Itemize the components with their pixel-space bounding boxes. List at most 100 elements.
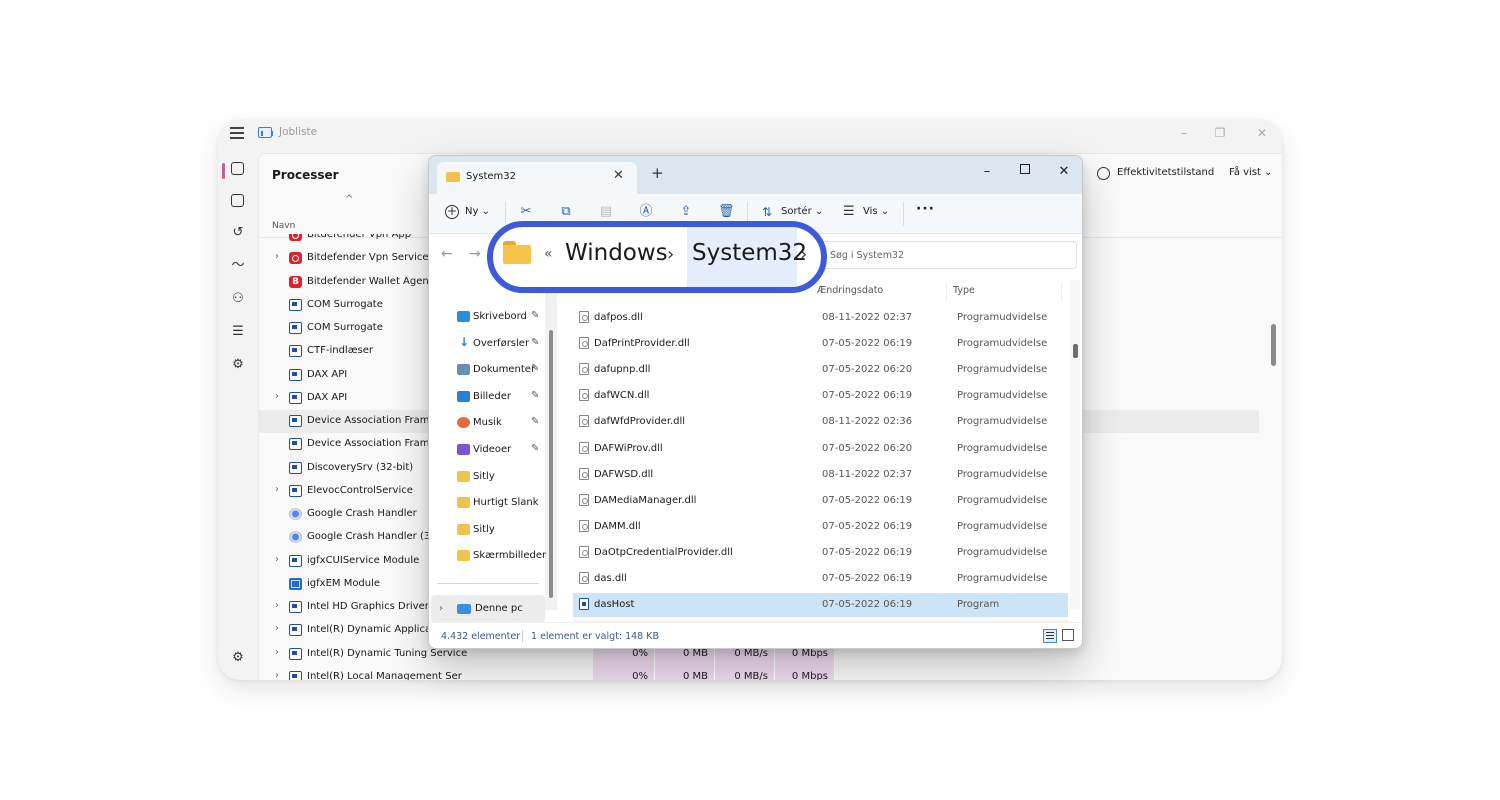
view-dropdown[interactable]: Få vist ⌄: [1229, 167, 1273, 178]
chevron-right-icon[interactable]: ›: [800, 244, 807, 265]
cut-icon[interactable]: ✂: [518, 204, 534, 220]
processes-icon[interactable]: [222, 162, 244, 179]
chevron-right-icon[interactable]: ›: [667, 244, 674, 265]
expand-chevron-icon[interactable]: ›: [275, 484, 279, 495]
expand-chevron-icon[interactable]: ›: [275, 647, 279, 658]
file-row[interactable]: DafPrintProvider.dll 07-05-2022 06:19 Prog…: [573, 332, 1068, 356]
expand-chevron-icon[interactable]: ›: [275, 554, 279, 565]
nav-item-this-pc[interactable]: › Denne pc: [431, 595, 545, 623]
breadcrumb[interactable]: « Windows › System32 ›: [487, 221, 827, 293]
large-icons-view-icon[interactable]: [1062, 629, 1074, 641]
details-view-icon[interactable]: [1043, 629, 1057, 643]
expand-chevron-icon[interactable]: ›: [275, 623, 279, 634]
view-button[interactable]: Vis ⌄: [863, 206, 889, 217]
file-row[interactable]: DAMM.dll 07-05-2022 06:19 Programudvidelse: [573, 515, 1068, 539]
folder-icon: [446, 172, 460, 182]
column-header-type[interactable]: Type: [953, 285, 975, 296]
rename-icon[interactable]: Ⓐ: [638, 204, 654, 220]
column-header-date[interactable]: Ændringsdato: [817, 285, 883, 296]
breadcrumb-overflow[interactable]: «: [544, 246, 553, 262]
process-list-scrollbar[interactable]: [1271, 324, 1276, 366]
services-icon[interactable]: ⚙: [230, 357, 246, 373]
file-row[interactable]: das.dll 07-05-2022 06:19 Programudvidelse: [573, 567, 1068, 591]
expand-chevron-icon[interactable]: ›: [439, 603, 443, 614]
file-row[interactable]: dasHost 07-05-2022 06:19 Program: [573, 593, 1068, 618]
app-history-icon[interactable]: ↺: [230, 225, 246, 241]
tab-system32[interactable]: System32 ✕: [437, 162, 637, 194]
search-input[interactable]: Søg i System32: [821, 241, 1077, 269]
maximize-button[interactable]: [1020, 164, 1030, 174]
details-icon[interactable]: ☰: [230, 324, 246, 340]
nav-item[interactable]: Sitly: [435, 465, 547, 489]
expand-chevron-icon[interactable]: ›: [275, 391, 279, 402]
process-name: Intel HD Graphics Drivers fo: [307, 601, 447, 612]
more-options-icon[interactable]: ···: [916, 201, 935, 217]
paste-icon[interactable]: ▤: [598, 204, 614, 220]
nav-item[interactable]: Dokumenter ✎: [435, 358, 547, 382]
breadcrumb-item-system32[interactable]: System32: [692, 240, 807, 266]
expand-chevron-icon[interactable]: ›: [275, 251, 279, 262]
nav-scrollbar[interactable]: [549, 330, 553, 598]
file-row[interactable]: DaOtpCredentialProvider.dll 07-05-2022 06…: [573, 541, 1068, 565]
delete-icon[interactable]: 🗑: [718, 204, 735, 220]
nav-item[interactable]: Videoer ✎: [435, 438, 547, 462]
back-arrow-icon[interactable]: ←: [441, 246, 453, 262]
pin-icon: ✎: [531, 336, 540, 348]
toolbar-divider: [505, 202, 506, 226]
restore-button[interactable]: ❐: [1210, 124, 1230, 142]
file-row[interactable]: dafupnp.dll 07-05-2022 06:20 Programudvide…: [573, 358, 1068, 382]
file-row[interactable]: dafWfdProvider.dll 08-11-2022 02:36 Progra…: [573, 410, 1068, 434]
breadcrumb-item-windows[interactable]: Windows: [565, 240, 668, 266]
sort-button[interactable]: Sortér ⌄: [781, 206, 823, 217]
expand-chevron-icon[interactable]: ›: [275, 600, 279, 611]
nav-item[interactable]: Billeder ✎: [435, 385, 547, 409]
hamburger-menu-icon[interactable]: [230, 127, 244, 139]
nav-item[interactable]: Skærmbilleder: [435, 544, 547, 568]
selection-info: 1 element er valgt: 148 KB: [531, 631, 659, 642]
file-name: DafPrintProvider.dll: [594, 338, 690, 350]
copy-icon[interactable]: ⧉: [558, 204, 574, 220]
close-button[interactable]: ✕: [1252, 124, 1272, 142]
file-date: 08-11-2022 02:37: [822, 468, 913, 480]
performance-icon[interactable]: [231, 194, 244, 207]
file-name: dafWfdProvider.dll: [594, 416, 686, 428]
file-row[interactable]: dafpos.dll 08-11-2022 02:37 Programudvidel…: [573, 306, 1068, 330]
nav-item[interactable]: Hurtigt Slank: [435, 491, 547, 515]
expand-chevron-icon[interactable]: ›: [275, 670, 279, 680]
startup-apps-icon[interactable]: 〜: [230, 258, 246, 274]
close-tab-icon[interactable]: ✕: [613, 168, 624, 183]
dll-file-icon: [579, 467, 589, 480]
file-date: 07-05-2022 06:20: [822, 442, 913, 454]
share-icon[interactable]: ⇪: [678, 204, 694, 220]
file-row[interactable]: DAFWSD.dll 08-11-2022 02:37 Programudvidel…: [573, 463, 1068, 487]
sort-caret-icon[interactable]: ^: [345, 194, 353, 205]
column-divider[interactable]: [1061, 282, 1062, 302]
nav-item[interactable]: Skrivebord ✎: [435, 305, 547, 329]
file-row[interactable]: dafWCN.dll 07-05-2022 06:19 Programudvidel…: [573, 384, 1068, 408]
file-type: Programudvidelse: [957, 312, 1048, 323]
efficiency-mode-button[interactable]: Effektivitetstilstand: [1117, 167, 1214, 178]
close-button[interactable]: ✕: [1050, 160, 1078, 184]
file-list-scrollbar[interactable]: [1073, 344, 1078, 358]
process-name: DAX API: [307, 368, 348, 380]
column-divider[interactable]: [946, 282, 947, 302]
column-header-name[interactable]: Navn: [272, 221, 295, 231]
forward-arrow-icon[interactable]: →: [469, 246, 481, 262]
metric-value: 0 MB/s: [734, 647, 768, 659]
metric-value: 0 MB/s: [734, 670, 768, 680]
settings-gear-icon[interactable]: ⚙: [230, 650, 246, 666]
process-name: Bitdefender Vpn Service: [307, 252, 429, 264]
file-row[interactable]: DAFWiProv.dll 07-05-2022 06:20 Programudvi…: [573, 437, 1068, 461]
minimize-button[interactable]: –: [1174, 124, 1194, 142]
new-tab-button[interactable]: +: [651, 166, 664, 181]
nav-item[interactable]: Sitly: [435, 518, 547, 542]
new-plus-icon[interactable]: +: [445, 205, 459, 219]
users-icon[interactable]: ⚇: [230, 291, 246, 307]
minimize-button[interactable]: –: [973, 160, 1001, 184]
new-button[interactable]: Ny ⌄: [465, 206, 490, 217]
window-app-icon: [289, 601, 302, 613]
file-row[interactable]: DAMediaManager.dll 07-05-2022 06:19 Progra…: [573, 489, 1068, 513]
nav-item[interactable]: Overførsler✎: [435, 332, 547, 356]
nav-item[interactable]: Musik ✎: [435, 411, 547, 435]
metric-cell-disk: 0 MB/s: [715, 665, 775, 680]
